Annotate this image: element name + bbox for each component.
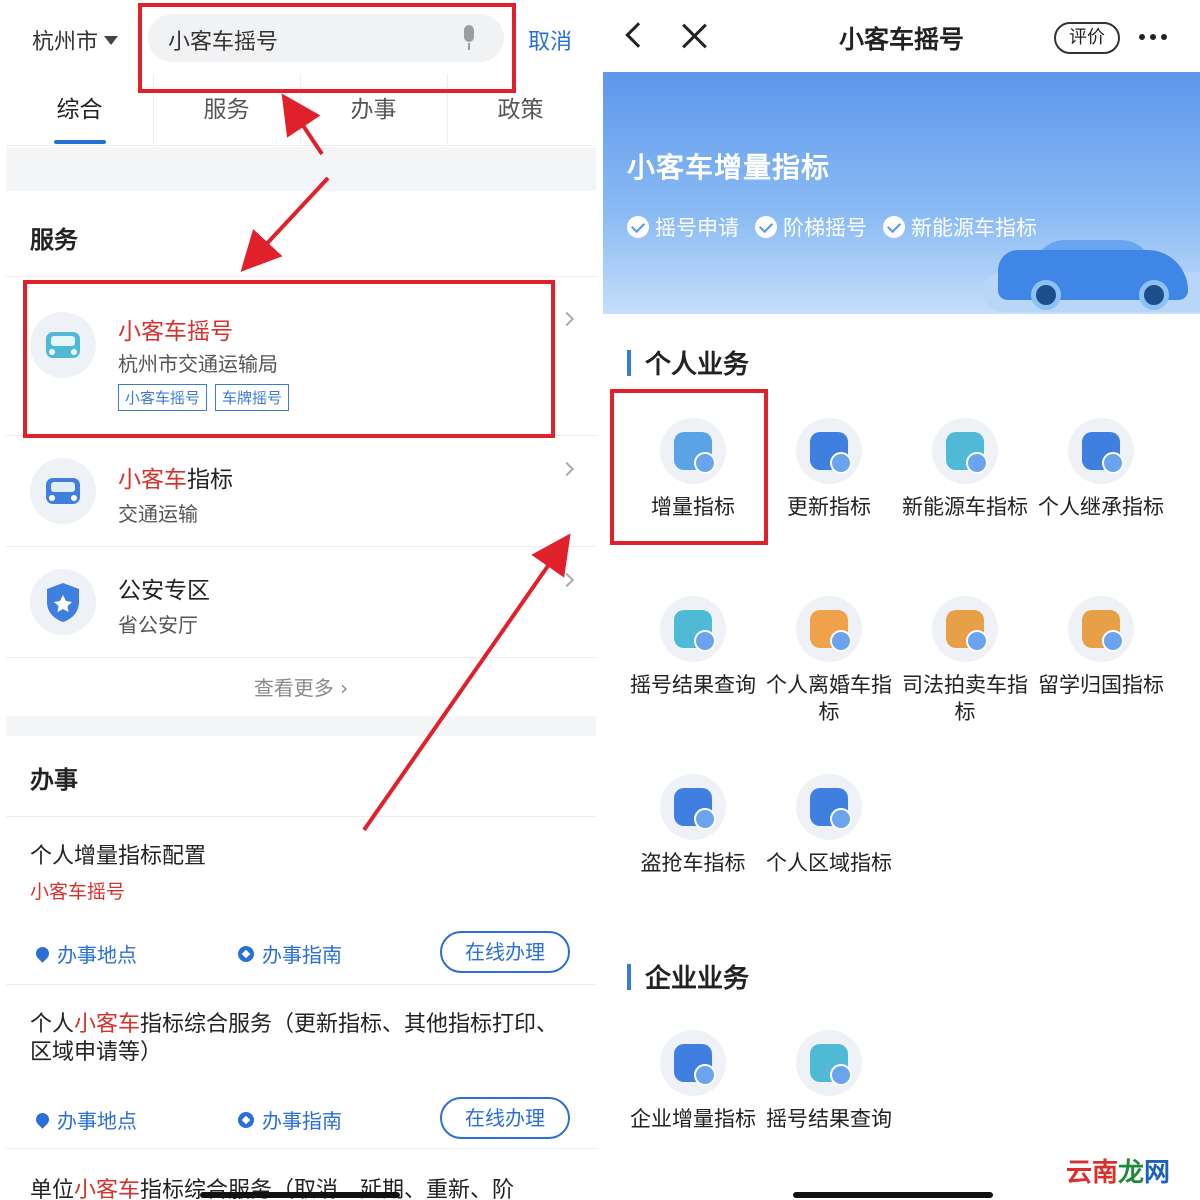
business-item-label: 盗抢车指标 <box>640 851 746 875</box>
service-item-quota[interactable]: 小客车指标 交通运输 <box>6 436 596 546</box>
stolen-car-icon <box>660 774 726 840</box>
business-item-label: 留学归国指标 <box>1038 673 1164 697</box>
business-item[interactable]: 更新指标 <box>761 418 897 521</box>
search-results-screen: 杭州市 小客车摇号 取消 综合 服务 办事 政策 服务 小客车摇号 杭州市交通运… <box>6 0 596 1200</box>
business-item-label: 更新指标 <box>787 495 871 519</box>
personal-business-heading: 个人业务 <box>627 344 749 381</box>
chevron-right-icon <box>559 311 575 327</box>
car-wheel <box>1139 280 1169 310</box>
section-accent-bar <box>627 349 631 376</box>
chevron-right-icon <box>559 572 575 588</box>
business-item[interactable]: 盗抢车指标 <box>625 774 761 877</box>
services-heading: 服务 <box>30 226 78 254</box>
chevron-right-icon <box>559 461 575 477</box>
feature-item: 阶梯摇号 <box>755 212 867 242</box>
dropdown-triangle-icon <box>104 35 119 45</box>
affairs-heading: 办事 <box>30 766 78 794</box>
police-shield-icon <box>30 569 96 635</box>
guide-link[interactable]: 办事指南 <box>238 1105 342 1134</box>
affair-item[interactable]: 个人增量指标配置 小客车摇号 办事地点 办事指南 在线办理 <box>6 817 596 983</box>
business-item[interactable]: 摇号结果查询 <box>761 1030 897 1133</box>
car-icon <box>30 458 96 524</box>
location-pin-icon <box>33 1110 52 1129</box>
section-gap <box>6 147 596 191</box>
check-circle-icon <box>627 216 649 238</box>
business-item-label: 企业增量指标 <box>630 1107 756 1131</box>
enterprise-business-heading: 企业业务 <box>627 958 749 995</box>
business-item[interactable]: 司法拍卖车指标 <box>897 596 1033 726</box>
business-item-label: 摇号结果查询 <box>766 1107 892 1131</box>
business-item[interactable]: 留学归国指标 <box>1033 596 1169 699</box>
graduation-cap-icon <box>1068 596 1134 662</box>
section-gap <box>6 716 596 736</box>
section-accent-bar <box>627 963 631 990</box>
area-car-icon <box>796 774 862 840</box>
banner-features: 摇号申请 阶梯摇号 新能源车指标 <box>627 212 1037 242</box>
business-item[interactable]: 个人离婚车指标 <box>761 596 897 726</box>
city-label: 杭州市 <box>32 30 99 55</box>
watermark-logo: 云南龙网 <box>1066 1158 1171 1188</box>
online-apply-button[interactable]: 在线办理 <box>440 931 570 973</box>
office-location-link[interactable]: 办事地点 <box>33 1105 137 1134</box>
refresh-icon <box>796 418 862 484</box>
city-selector[interactable]: 杭州市 <box>32 24 119 56</box>
affair-category: 小客车摇号 <box>30 881 126 903</box>
tab-comprehensive[interactable]: 综合 <box>6 74 153 146</box>
business-item-label: 摇号结果查询 <box>630 673 756 697</box>
feature-item: 新能源车指标 <box>883 212 1037 242</box>
home-indicator <box>793 1192 993 1198</box>
ev-car-icon <box>932 418 998 484</box>
search-query-icon <box>796 1030 862 1096</box>
feature-item: 摇号申请 <box>627 212 739 242</box>
business-item[interactable]: 个人区域指标 <box>761 774 897 877</box>
rate-button[interactable]: 评价 <box>1054 22 1120 54</box>
service-title: 小客车指标 <box>118 467 233 493</box>
nav-bar: 小客车摇号 评价 <box>603 0 1200 72</box>
business-item[interactable]: 摇号结果查询 <box>625 596 761 699</box>
affair-title: 个人小客车指标综合服务（更新指标、其他指标打印、区域申请等） <box>30 1012 559 1065</box>
gavel-icon <box>932 596 998 662</box>
service-department: 省公安厅 <box>118 613 198 637</box>
annotation-box-service <box>23 280 555 438</box>
compass-icon <box>238 945 254 962</box>
broken-heart-icon <box>796 596 862 662</box>
affair-title: 个人增量指标配置 <box>30 844 207 869</box>
divider <box>6 276 596 277</box>
check-circle-icon <box>883 216 905 238</box>
home-indicator <box>200 1192 400 1198</box>
business-item-label: 新能源车指标 <box>902 495 1028 519</box>
service-detail-screen: 小客车摇号 评价 小客车增量指标 摇号申请 阶梯摇号 新能源车指标 个人业务 增… <box>603 0 1200 1200</box>
location-pin-icon <box>33 944 52 963</box>
cancel-button[interactable]: 取消 <box>528 24 572 56</box>
annotation-box-increment-quota <box>610 389 768 545</box>
view-more-link[interactable]: 查看更多 › <box>6 660 596 716</box>
office-location-link[interactable]: 办事地点 <box>33 939 137 968</box>
active-tab-indicator <box>54 140 106 144</box>
service-item-police[interactable]: 公安专区 省公安厅 <box>6 547 596 657</box>
business-item-label: 个人区域指标 <box>766 851 892 875</box>
service-title: 公安专区 <box>118 578 210 604</box>
check-circle-icon <box>755 216 777 238</box>
divider <box>6 657 596 658</box>
search-query-icon <box>660 596 726 662</box>
business-item-label: 个人离婚车指标 <box>766 673 892 724</box>
service-department: 交通运输 <box>118 502 198 526</box>
banner-title: 小客车增量指标 <box>627 151 831 184</box>
business-item[interactable]: 个人继承指标 <box>1033 418 1169 521</box>
compass-icon <box>238 1111 254 1128</box>
online-apply-button[interactable]: 在线办理 <box>440 1097 570 1139</box>
hero-banner: 小客车增量指标 摇号申请 阶梯摇号 新能源车指标 <box>603 72 1200 314</box>
business-item-label: 个人继承指标 <box>1038 495 1164 519</box>
annotation-box-search <box>138 3 516 93</box>
car-wheel <box>1031 280 1061 310</box>
business-item[interactable]: 企业增量指标 <box>625 1030 761 1133</box>
building-icon <box>660 1030 726 1096</box>
business-item[interactable]: 新能源车指标 <box>897 418 1033 521</box>
business-item-label: 司法拍卖车指标 <box>902 673 1028 724</box>
more-options-icon[interactable] <box>1139 34 1167 40</box>
guide-link[interactable]: 办事指南 <box>238 939 342 968</box>
id-card-icon <box>1068 418 1134 484</box>
affair-item[interactable]: 个人小客车指标综合服务（更新指标、其他指标打印、区域申请等） 办事地点 办事指南… <box>6 985 596 1147</box>
